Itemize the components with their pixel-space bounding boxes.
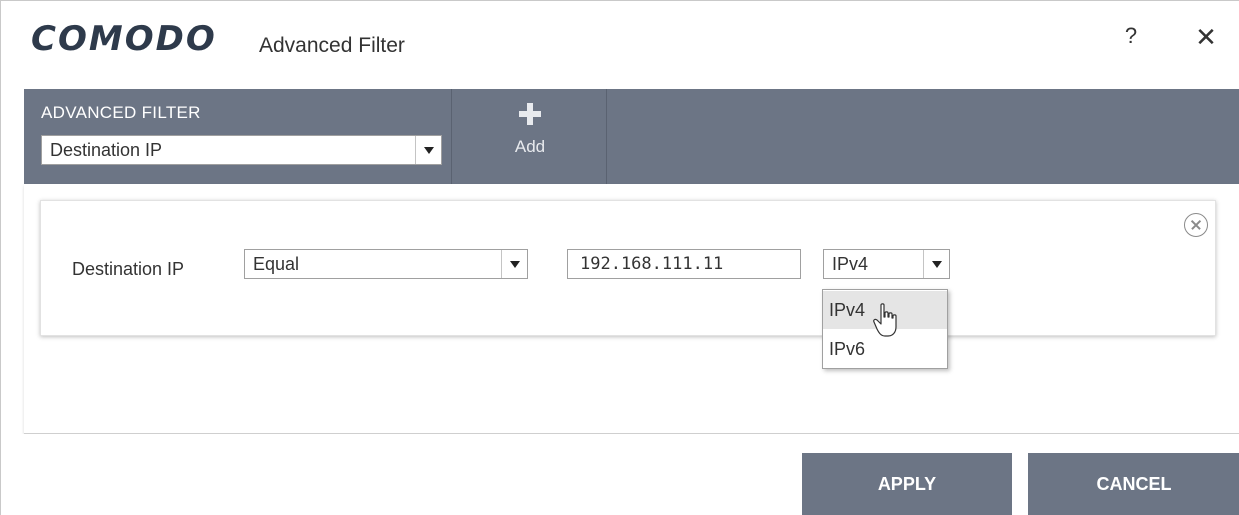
add-label: Add: [514, 137, 546, 156]
window-title: Advanced Filter: [259, 34, 405, 57]
add-button[interactable]: Add: [453, 89, 607, 184]
ip-address-input[interactable]: 192.168.111.11: [567, 249, 801, 279]
title-bar: COMODO Advanced Filter ? ✕: [1, 1, 1239, 89]
apply-button[interactable]: APPLY: [802, 453, 1012, 515]
plus-icon: [519, 103, 541, 125]
toolbar: ADVANCED FILTER Destination IP Add: [24, 89, 1239, 184]
dropdown-arrow-icon[interactable]: [923, 250, 949, 278]
filter-content-panel: Destination IP Equal 192.168.111.11 IPv4: [24, 184, 1239, 434]
filter-type-select[interactable]: Destination IP: [41, 135, 442, 165]
operator-value: Equal: [253, 254, 300, 274]
cancel-button[interactable]: CANCEL: [1028, 453, 1239, 515]
advanced-filter-section: ADVANCED FILTER Destination IP: [24, 89, 452, 184]
close-button[interactable]: ✕: [1191, 21, 1221, 53]
filter-type-value: Destination IP: [50, 140, 163, 160]
comodo-logo: COMODO: [31, 19, 217, 59]
footer: APPLY CANCEL: [1, 434, 1239, 515]
hand-pointer-cursor-icon: [873, 303, 897, 337]
ip-version-select[interactable]: IPv4: [823, 249, 950, 279]
dropdown-arrow-icon[interactable]: [501, 250, 527, 278]
operator-select[interactable]: Equal: [244, 249, 528, 279]
destination-ip-label: Destination IP: [72, 259, 185, 279]
advanced-filter-window: COMODO Advanced Filter ? ✕ ADVANCED FILT…: [0, 0, 1239, 515]
filter-row-card: Destination IP Equal 192.168.111.11 IPv4: [40, 200, 1216, 336]
ip-version-value: IPv4: [832, 254, 869, 274]
remove-filter-icon[interactable]: [1184, 213, 1208, 237]
help-button[interactable]: ?: [1119, 23, 1143, 53]
advanced-filter-label: ADVANCED FILTER: [41, 103, 201, 122]
dropdown-arrow-icon[interactable]: [415, 136, 441, 164]
